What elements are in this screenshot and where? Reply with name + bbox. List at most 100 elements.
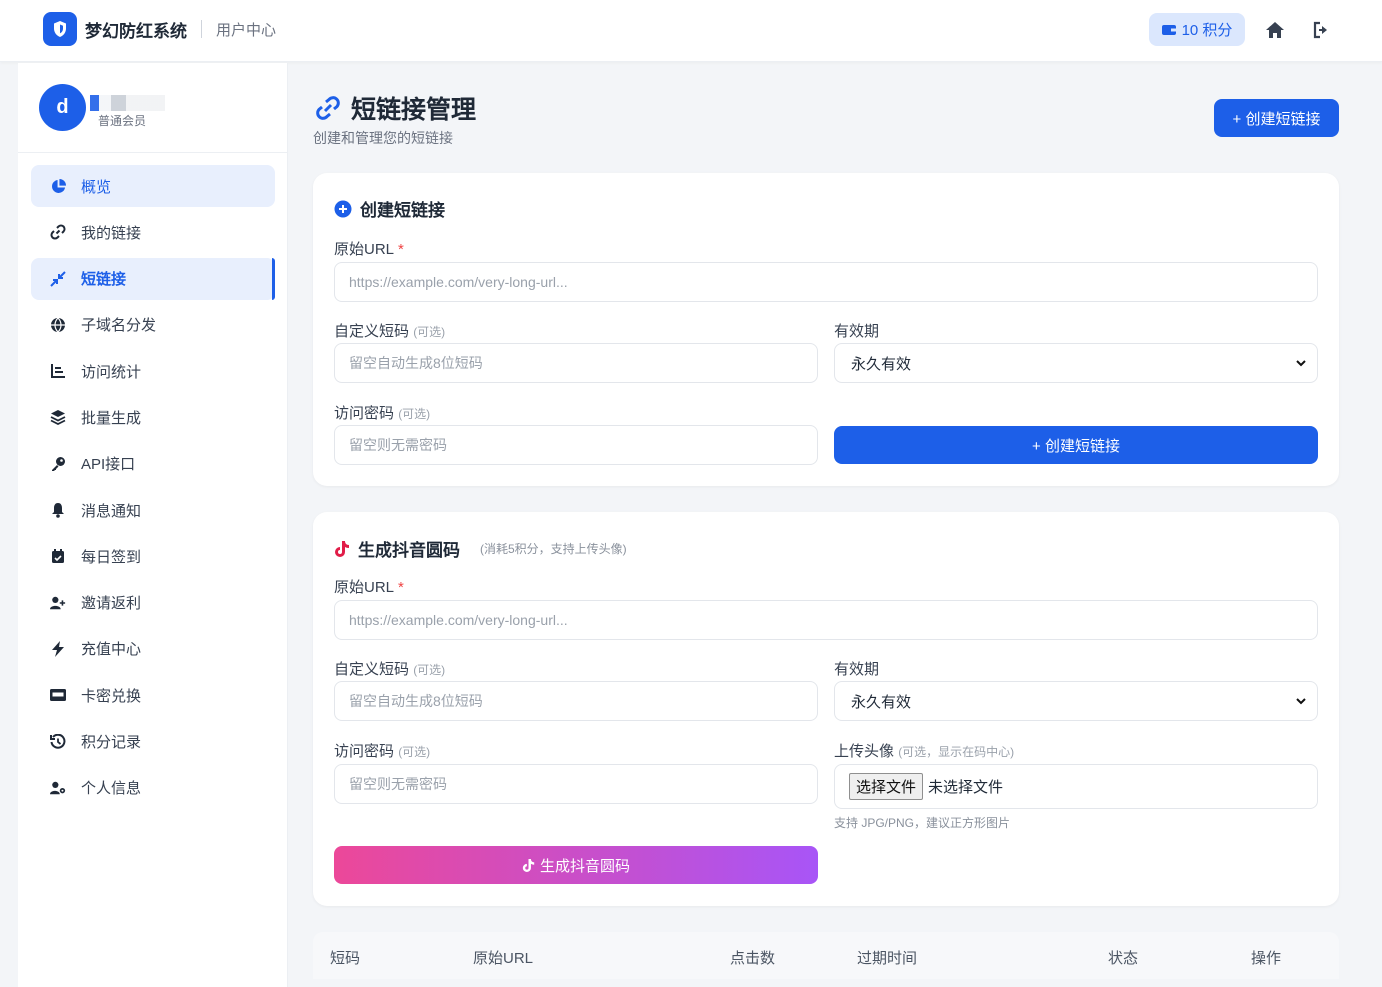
brand-divider [201, 20, 202, 38]
sidebar-item-points-history[interactable]: 积分记录 [31, 721, 275, 763]
sidebar-item-label: 消息通知 [81, 502, 142, 520]
sidebar-item-batch[interactable]: 批量生成 [31, 396, 275, 438]
column-header: 短码 [330, 950, 361, 967]
sidebar-item-profile[interactable]: 个人信息 [31, 767, 275, 809]
shield-icon [43, 12, 77, 46]
history-icon [50, 733, 66, 750]
card-title: 生成抖音圆码 (消耗5积分，支持上传头像) [334, 536, 627, 561]
sidebar-item-label: 批量生成 [81, 409, 142, 427]
custom-code-input[interactable]: 留空自动生成8位短码 [334, 343, 818, 383]
user-gear-icon [50, 780, 66, 796]
sidebar-item-label: 概览 [81, 178, 112, 196]
tiktok-icon [335, 540, 349, 557]
avatar-file-input[interactable]: 选择文件 未选择文件 [834, 764, 1318, 809]
password-label: 访问密码 (可选) [334, 740, 430, 761]
sidebar-item-label: 短链接 [81, 271, 127, 289]
sidebar-item-api[interactable]: API接口 [31, 443, 275, 485]
pie-chart-icon [50, 178, 66, 194]
logout-icon[interactable] [1310, 18, 1334, 42]
sidebar: d 普通会员 概览 我的链接 短链接 子域名分发 访问统计 批量生成 API接口… [18, 63, 288, 987]
sidebar-item-label: 卡密兑换 [81, 687, 142, 705]
chevron-down-icon [1295, 694, 1307, 711]
user-plus-icon [50, 595, 66, 611]
password-label: 访问密码 (可选) [334, 402, 430, 423]
sidebar-item-subdomain[interactable]: 子域名分发 [31, 304, 275, 346]
link-icon [316, 96, 340, 120]
sidebar-item-label: 充值中心 [81, 641, 142, 659]
chevron-down-icon [1295, 356, 1307, 373]
top-header: 梦幻防红系统 用户中心 10 积分 [0, 0, 1382, 62]
expiry-label: 有效期 [834, 323, 880, 340]
douyin-code-card: 生成抖音圆码 (消耗5积分，支持上传头像) 原始URL * https://exa… [313, 512, 1339, 906]
avatar-label-text: 上传头像 [834, 743, 895, 760]
wallet-icon [1161, 24, 1176, 35]
create-short-link-button[interactable]: + 创建短链接 [1214, 99, 1339, 137]
brand-subtitle: 用户中心 [216, 21, 277, 39]
column-header: 过期时间 [857, 950, 918, 967]
douyin-expiry-select[interactable]: 永久有效 [834, 681, 1318, 721]
sidebar-item-label: 子域名分发 [81, 317, 157, 335]
file-status: 未选择文件 [928, 779, 1004, 796]
sidebar-item-my-links[interactable]: 我的链接 [31, 211, 275, 253]
sidebar-item-label: 邀请返利 [81, 595, 142, 613]
bell-icon [50, 502, 66, 518]
page-title: 短链接管理 [313, 90, 476, 126]
url-label: 原始URL * [334, 576, 404, 597]
link-icon [50, 224, 66, 240]
sidebar-item-invite[interactable]: 邀请返利 [31, 582, 275, 624]
douyin-code-input[interactable]: 留空自动生成8位短码 [334, 681, 818, 721]
cost-hint: (消耗5积分，支持上传头像) [480, 542, 627, 556]
page-title-text: 短链接管理 [351, 96, 477, 124]
links-table-header: 短码 原始URL 点击数 过期时间 状态 操作 [313, 932, 1339, 979]
username-redacted [90, 95, 165, 111]
sidebar-item-overview[interactable]: 概览 [31, 165, 275, 207]
password-input[interactable]: 留空则无需密码 [334, 425, 818, 465]
sidebar-item-label: 每日签到 [81, 548, 142, 566]
password-label-text: 访问密码 [334, 743, 395, 760]
page-subtitle: 创建和管理您的短链接 [313, 130, 453, 146]
url-label-text: 原始URL [334, 241, 395, 258]
douyin-url-input[interactable]: https://example.com/very-long-url... [334, 600, 1318, 640]
sidebar-item-short-links[interactable]: 短链接 [31, 257, 275, 300]
submit-create-button[interactable]: + 创建短链接 [834, 426, 1318, 464]
points-badge[interactable]: 10 积分 [1149, 13, 1245, 46]
code-label: 自定义短码 (可选) [334, 658, 445, 679]
url-label-text: 原始URL [334, 579, 395, 596]
sidebar-nav: 概览 我的链接 短链接 子域名分发 访问统计 批量生成 API接口 消息通知 每… [31, 165, 275, 813]
create-short-link-card: 创建短链接 原始URL * https://example.com/very-lo… [313, 173, 1339, 486]
sidebar-item-label: API接口 [81, 456, 136, 474]
layers-icon [50, 409, 66, 426]
avatar[interactable]: d [39, 84, 86, 131]
sidebar-item-label: 积分记录 [81, 734, 142, 752]
sidebar-item-notifications[interactable]: 消息通知 [31, 489, 275, 531]
url-input[interactable]: https://example.com/very-long-url... [334, 262, 1318, 302]
sidebar-item-stats[interactable]: 访问统计 [31, 350, 275, 392]
brand[interactable]: 梦幻防红系统 用户中心 [43, 12, 276, 46]
avatar-hint: (可选，显示在码中心) [898, 745, 1015, 759]
bolt-icon [50, 640, 66, 657]
expiry-value: 永久有效 [851, 693, 912, 711]
expiry-value: 永久有效 [851, 355, 912, 373]
sidebar-item-checkin[interactable]: 每日签到 [31, 535, 275, 577]
url-label: 原始URL * [334, 238, 404, 259]
tiktok-icon [522, 858, 535, 872]
sidebar-item-card-redeem[interactable]: 卡密兑换 [31, 674, 275, 716]
optional-hint: (可选) [413, 663, 446, 677]
code-label-text: 自定义短码 [334, 323, 410, 340]
bar-chart-icon [50, 363, 66, 379]
generate-douyin-button[interactable]: 生成抖音圆码 [334, 846, 818, 884]
compress-icon [50, 270, 66, 287]
plus-circle-icon [334, 200, 352, 217]
user-profile: d 普通会员 [18, 63, 288, 153]
sidebar-item-recharge[interactable]: 充值中心 [31, 628, 275, 670]
home-icon[interactable] [1263, 18, 1287, 42]
expiry-select[interactable]: 永久有效 [834, 343, 1318, 383]
column-header: 状态 [1108, 950, 1139, 967]
avatar-upload-label: 上传头像 (可选，显示在码中心) [834, 740, 1014, 761]
required-marker: * [398, 241, 404, 258]
brand-name: 梦幻防红系统 [85, 21, 187, 41]
douyin-password-input[interactable]: 留空则无需密码 [334, 764, 818, 804]
choose-file-button[interactable]: 选择文件 [849, 773, 924, 800]
user-role: 普通会员 [98, 114, 147, 128]
optional-hint: (可选) [398, 407, 431, 421]
